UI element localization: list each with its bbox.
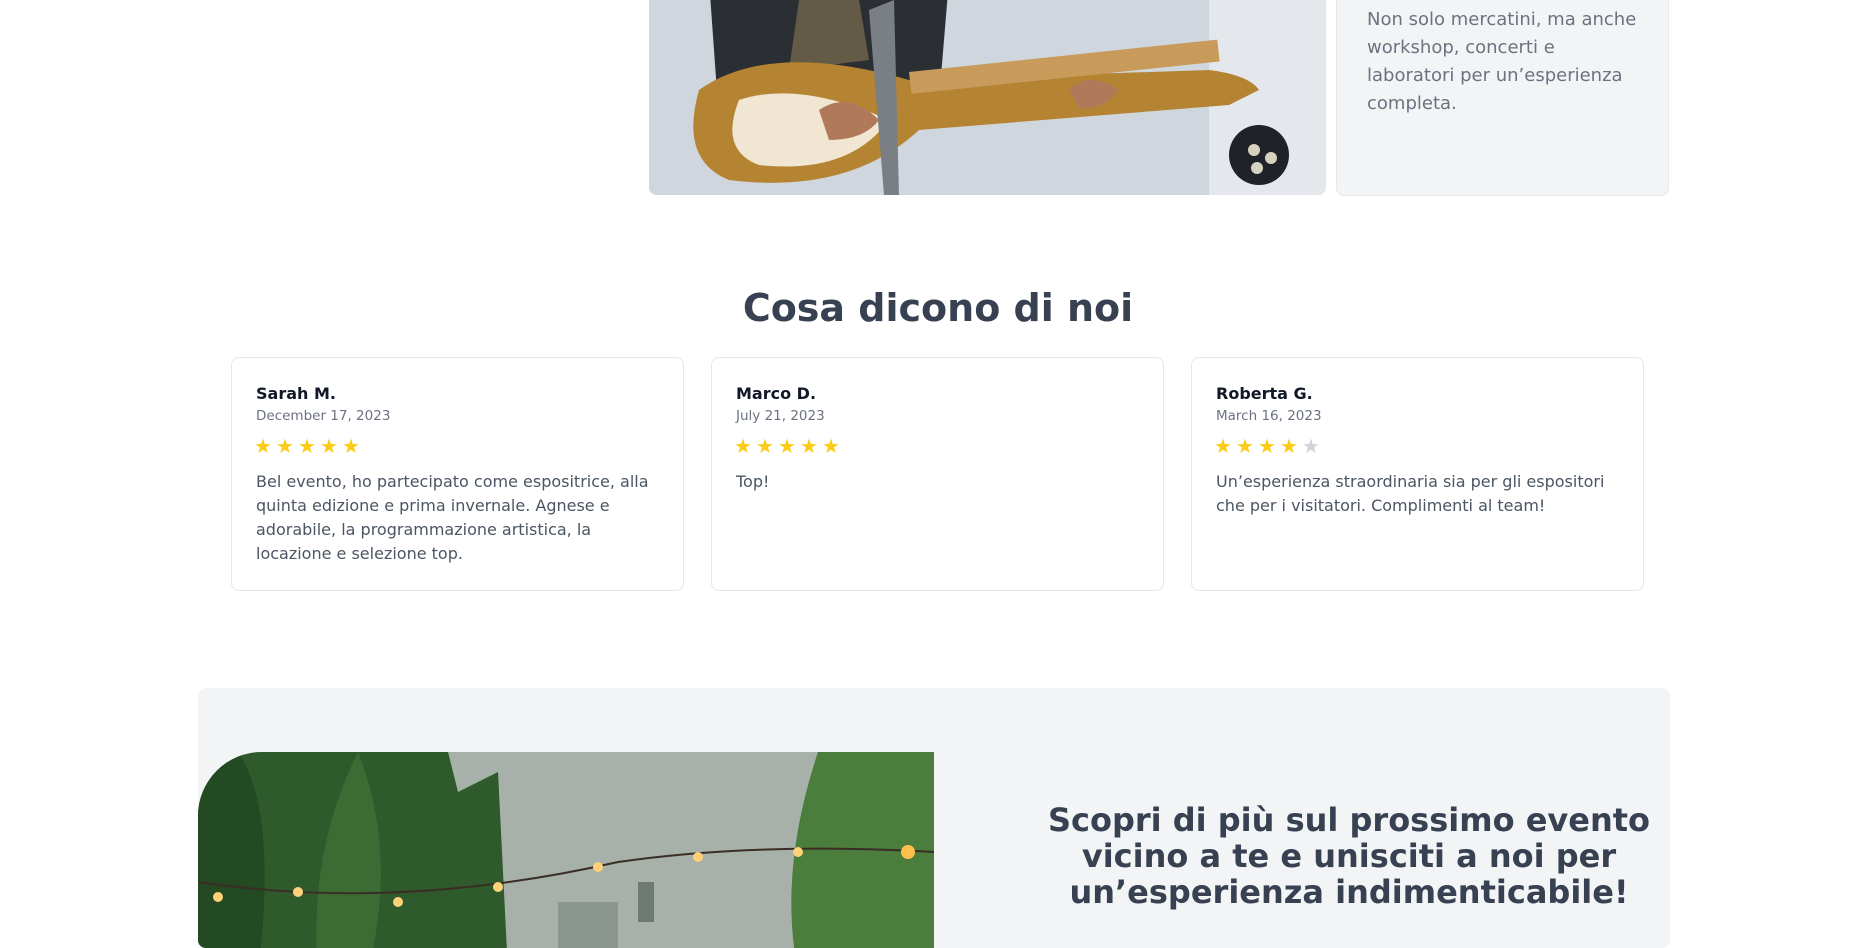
- star-icon: ★: [1258, 434, 1277, 458]
- cta-section: Scopri di più sul prossimo evento vicino…: [198, 688, 1670, 948]
- star-icon: ★: [800, 434, 819, 458]
- guitarist-illustration: [649, 0, 1326, 195]
- star-icon: ★: [734, 434, 753, 458]
- review-card: Roberta G. March 16, 2023 ★ ★ ★ ★ ★ Un’esper…: [1191, 357, 1644, 591]
- star-icon: ★: [1280, 434, 1299, 458]
- review-card: Sarah M. December 17, 2023 ★ ★ ★ ★ ★ Bel eve…: [231, 357, 684, 591]
- star-rating: ★ ★ ★ ★ ★: [734, 436, 844, 456]
- star-icon: ★: [822, 434, 841, 458]
- star-icon: ★: [298, 434, 317, 458]
- review-text: Bel evento, ho partecipato come espositr…: [256, 472, 649, 563]
- star-icon: ★: [1236, 434, 1255, 458]
- guitarist-photo: [649, 0, 1326, 195]
- review-text: Un’esperienza straordinaria sia per gli …: [1216, 472, 1605, 515]
- star-icon: ★: [276, 434, 295, 458]
- review-text: Top!: [736, 472, 770, 491]
- star-icon: ★: [778, 434, 797, 458]
- star-icon: ★: [254, 434, 273, 458]
- reviewer-name: Roberta G.: [1216, 384, 1313, 403]
- star-icon: ★: [756, 434, 775, 458]
- star-icon: ★: [1214, 434, 1233, 458]
- garden-event-photo: [198, 752, 934, 948]
- star-icon: ★: [320, 434, 339, 458]
- feature-description: Non solo mercatini, ma anche workshop, c…: [1367, 9, 1637, 114]
- feature-card: Non solo mercatini, ma anche workshop, c…: [1336, 0, 1669, 196]
- star-icon: ★: [1302, 434, 1321, 458]
- star-rating: ★ ★ ★ ★ ★: [1214, 436, 1324, 456]
- star-icon: ★: [342, 434, 361, 458]
- reviewer-name: Marco D.: [736, 384, 817, 403]
- garden-illustration: [198, 752, 934, 948]
- review-date: March 16, 2023: [1216, 408, 1322, 424]
- star-rating: ★ ★ ★ ★ ★: [254, 436, 364, 456]
- cta-heading: Scopri di più sul prossimo evento vicino…: [1047, 801, 1651, 911]
- review-date: December 17, 2023: [256, 408, 391, 424]
- reviewer-name: Sarah M.: [256, 384, 336, 403]
- review-date: July 21, 2023: [736, 408, 825, 424]
- review-card: Marco D. July 21, 2023 ★ ★ ★ ★ ★ Top!: [711, 357, 1164, 591]
- testimonials-title: Cosa dicono di noi: [742, 286, 1134, 330]
